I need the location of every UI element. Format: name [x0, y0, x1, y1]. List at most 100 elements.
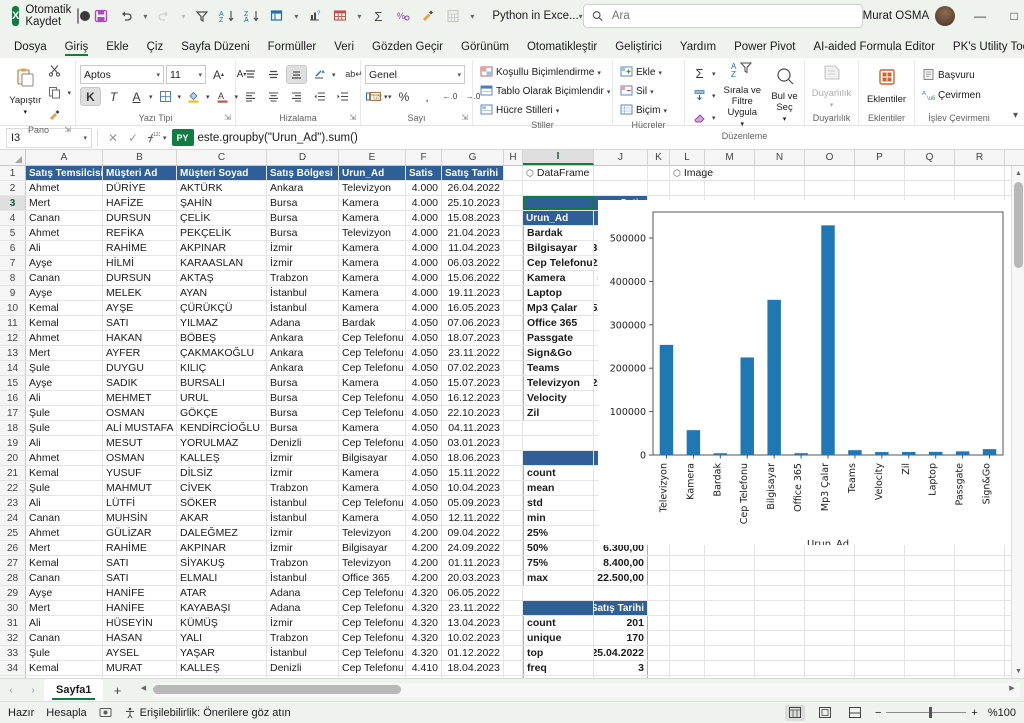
cell[interactable]: OSMAN	[103, 406, 177, 420]
cell[interactable]: Bardak	[339, 316, 406, 330]
cell[interactable]: Kemal	[26, 316, 103, 330]
align-left-button[interactable]	[240, 87, 261, 106]
cell[interactable]	[755, 556, 805, 570]
cell[interactable]: 05.09.2023	[442, 496, 504, 510]
cell[interactable]	[504, 286, 523, 300]
row-header-31[interactable]: 31	[0, 616, 26, 630]
cell[interactable]	[705, 676, 755, 678]
select-all-button[interactable]	[0, 150, 26, 165]
cell[interactable]	[504, 526, 523, 540]
tab-gorunum[interactable]: Görünüm	[453, 38, 517, 58]
cell[interactable]	[955, 586, 1005, 600]
cell[interactable]: Kemal	[26, 556, 103, 570]
copy-button[interactable]	[44, 83, 65, 102]
redo-icon[interactable]	[152, 4, 176, 28]
cell[interactable]	[670, 571, 705, 585]
cell[interactable]: KENDİRCİOĞLU	[177, 421, 267, 435]
cell[interactable]: Satis	[406, 166, 442, 180]
cell[interactable]: İstanbul	[267, 496, 339, 510]
cell[interactable]: 18.04.2023	[442, 661, 504, 675]
cell[interactable]: MURAT	[103, 661, 177, 675]
cell[interactable]	[805, 676, 855, 678]
cell[interactable]	[523, 586, 594, 600]
cell[interactable]	[805, 571, 855, 585]
increase-indent-button[interactable]	[332, 87, 353, 106]
table-row[interactable]: 32CananHASANYALITrabzonCep Telefonu4.320…	[0, 631, 1024, 646]
cell[interactable]: 23.11.2022	[442, 601, 504, 615]
cell[interactable]: Bursa	[267, 226, 339, 240]
cell[interactable]: ÇELİK	[177, 211, 267, 225]
cell[interactable]	[504, 376, 523, 390]
cell[interactable]: Canan	[26, 571, 103, 585]
cell[interactable]	[855, 631, 905, 645]
cell[interactable]: 06.03.2022	[442, 256, 504, 270]
row-header-20[interactable]: 20	[0, 451, 26, 465]
cell[interactable]: Kamera	[339, 196, 406, 210]
cell[interactable]	[855, 586, 905, 600]
collapse-ribbon-icon[interactable]: ▾	[1013, 110, 1018, 121]
cell[interactable]: Canan	[26, 631, 103, 645]
paste-button[interactable]: Yapıştır ▾	[6, 67, 44, 118]
cell[interactable]	[504, 301, 523, 315]
table-row[interactable]: 2AhmetDÜRİYEAKTÜRKAnkaraTelevizyon4.0002…	[0, 181, 1024, 196]
row-header-11[interactable]: 11	[0, 316, 26, 330]
cell[interactable]: Ankara	[267, 181, 339, 195]
cell[interactable]: İzmir	[267, 451, 339, 465]
cell[interactable]: 18.07.2023	[442, 331, 504, 345]
cell[interactable]	[805, 556, 855, 570]
tab-giris[interactable]: Giriş	[57, 38, 97, 58]
cell[interactable]: top	[523, 646, 594, 660]
row-header-2[interactable]: 2	[0, 181, 26, 195]
cell[interactable]: 06.05.2022	[442, 586, 504, 600]
cell[interactable]	[755, 586, 805, 600]
cell[interactable]: SİYAKUŞ	[177, 556, 267, 570]
cell[interactable]: 4.050	[406, 466, 442, 480]
cell[interactable]: YAŞAR	[177, 646, 267, 660]
cell[interactable]: GÖKÇE	[177, 406, 267, 420]
cell[interactable]	[648, 676, 670, 678]
cell[interactable]: 4.050	[406, 346, 442, 360]
cell[interactable]	[670, 631, 705, 645]
row-header-21[interactable]: 21	[0, 466, 26, 480]
cell[interactable]: Şule	[26, 646, 103, 660]
cell[interactable]: std	[523, 496, 594, 510]
cell[interactable]	[955, 661, 1005, 675]
tab-formuller[interactable]: Formüller	[260, 38, 325, 58]
cell[interactable]: 4.000	[406, 196, 442, 210]
cell[interactable]: max	[523, 571, 594, 585]
cell[interactable]: 4.050	[406, 451, 442, 465]
horizontal-scrollbar[interactable]: ◀ ▶	[153, 683, 1020, 697]
cell[interactable]: 4.200	[406, 556, 442, 570]
align-top-button[interactable]	[240, 65, 261, 84]
cell[interactable]	[504, 316, 523, 330]
cell[interactable]: DİLSİZ	[177, 466, 267, 480]
cell[interactable]: 24.09.2022	[442, 541, 504, 555]
scroll-up-icon[interactable]: ▲	[1012, 166, 1024, 180]
insert-cells-button[interactable]: Ekle▾	[617, 64, 665, 81]
cell[interactable]: DÜRİYE	[103, 181, 177, 195]
decrease-indent-button[interactable]	[309, 87, 330, 106]
cell[interactable]: Cep Telefonu	[339, 361, 406, 375]
cell[interactable]: Trabzon	[267, 481, 339, 495]
cell[interactable]: 4.320	[406, 631, 442, 645]
column-header-I[interactable]: I	[523, 150, 594, 165]
cell[interactable]: Ayşe	[26, 286, 103, 300]
table-row[interactable]: 27KemalSATISİYAKUŞTrabzonTelevizyon4.200…	[0, 556, 1024, 571]
align-middle-button[interactable]	[263, 65, 284, 84]
cell[interactable]: 26.04.2022	[442, 181, 504, 195]
cell[interactable]: 4.050	[406, 421, 442, 435]
column-header-G[interactable]: G	[442, 150, 504, 165]
cell[interactable]	[705, 571, 755, 585]
cell[interactable]: MESUT	[103, 436, 177, 450]
cell[interactable]: Kamera	[339, 271, 406, 285]
cell[interactable]	[905, 181, 955, 195]
cell[interactable]	[504, 676, 523, 678]
tab-pk-utility-tool[interactable]: PK's Utility Tool V3.0	[945, 38, 1024, 58]
cell[interactable]: MUHSİN	[103, 511, 177, 525]
row-header-27[interactable]: 27	[0, 556, 26, 570]
row-header-26[interactable]: 26	[0, 541, 26, 555]
scroll-down-icon[interactable]: ▼	[1012, 664, 1024, 678]
number-format-select[interactable]: Genel▾	[365, 65, 465, 84]
cell[interactable]: SATI	[103, 556, 177, 570]
cell[interactable]: HÜSEYİN	[103, 616, 177, 630]
